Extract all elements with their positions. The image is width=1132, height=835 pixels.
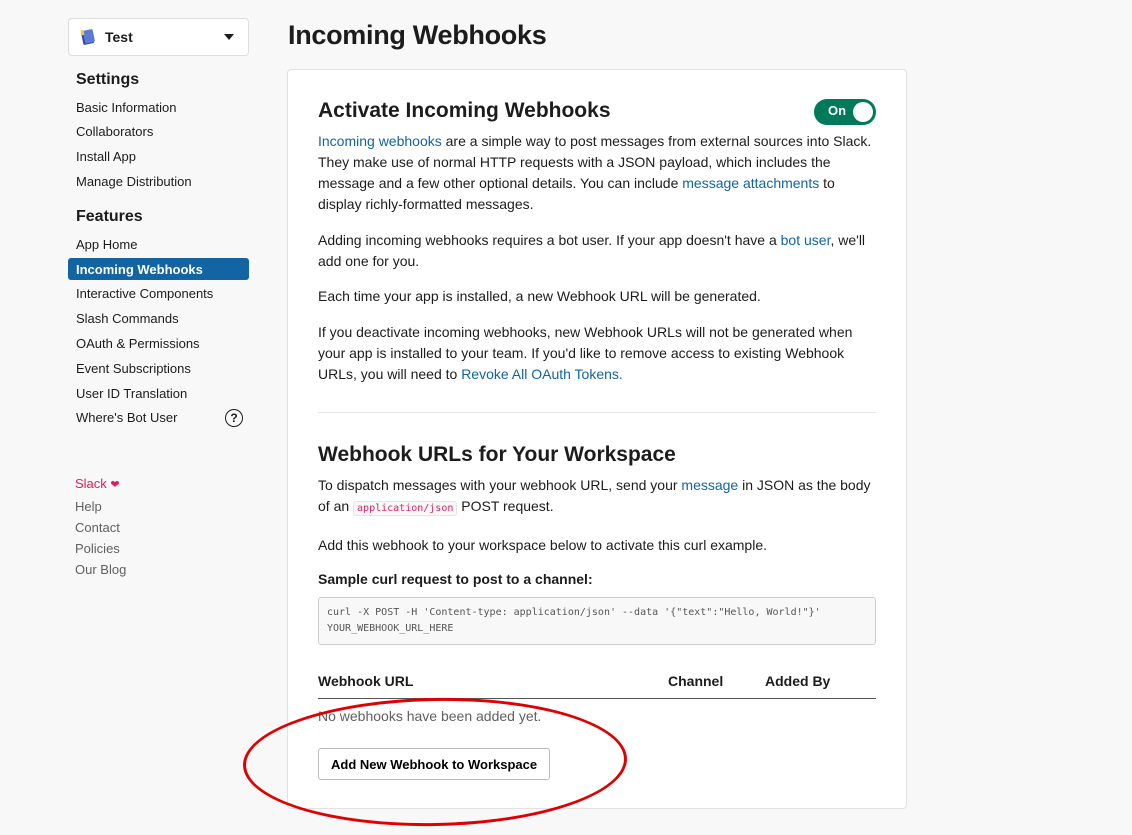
column-added-by: Added By	[765, 673, 831, 689]
webhooks-table-header: Webhook URL Channel Added By	[318, 671, 876, 699]
webhooks-paragraph-1: To dispatch messages with your webhook U…	[318, 475, 876, 519]
activate-toggle[interactable]: On	[814, 99, 876, 125]
application-json-code: application/json	[353, 501, 458, 516]
webhooks-p1-text3: POST request.	[457, 498, 554, 514]
sidebar-item-user-id-translation[interactable]: User ID Translation	[68, 382, 249, 404]
activate-paragraph-1: Incoming webhooks are a simple way to po…	[318, 131, 876, 215]
revoke-tokens-link[interactable]: Revoke All OAuth Tokens.	[461, 366, 623, 382]
app-icon	[80, 29, 95, 45]
sidebar-item-manage-distribution[interactable]: Manage Distribution	[68, 170, 249, 192]
activate-p2-text1: Adding incoming webhooks requires a bot …	[318, 232, 781, 248]
webhooks-card: Activate Incoming Webhooks On Incoming w…	[287, 69, 907, 809]
sidebar-item-event-subscriptions[interactable]: Event Subscriptions	[68, 357, 249, 379]
toggle-knob	[853, 102, 873, 122]
footer-link-contact[interactable]: Contact	[75, 517, 242, 538]
page-title: Incoming Webhooks	[288, 20, 547, 50]
sidebar-item-interactive-components[interactable]: Interactive Components	[68, 283, 249, 305]
footer-link-slack[interactable]: Slack ❤	[75, 473, 242, 496]
section-divider	[318, 412, 876, 413]
heart-icon: ❤	[110, 478, 120, 491]
message-attachments-link[interactable]: message attachments	[682, 175, 819, 191]
features-heading: Features	[76, 208, 143, 226]
settings-heading: Settings	[76, 71, 140, 88]
app-name: Test	[105, 29, 133, 45]
curl-code-block[interactable]: curl -X POST -H 'Content-type: applicati…	[318, 597, 876, 645]
add-new-webhook-button[interactable]: Add New Webhook to Workspace	[318, 748, 551, 780]
sidebar-item-wheres-bot-user[interactable]: Where's Bot User ?	[68, 407, 249, 429]
footer-link-slack-label: Slack	[75, 475, 107, 491]
app-selector[interactable]: Test	[68, 18, 249, 56]
sidebar-item-label: Where's Bot User	[76, 410, 178, 426]
webhooks-paragraph-2: Add this webhook to your workspace below…	[318, 537, 768, 553]
footer-link-our-blog[interactable]: Our Blog	[75, 559, 242, 580]
curl-label: Sample curl request to post to a channel…	[318, 571, 593, 587]
toggle-label: On	[828, 103, 847, 118]
chevron-down-icon	[224, 34, 234, 40]
message-link[interactable]: message	[681, 477, 738, 493]
sidebar-item-app-home[interactable]: App Home	[68, 233, 249, 255]
sidebar-item-oauth-permissions[interactable]: OAuth & Permissions	[68, 333, 249, 355]
bot-user-link[interactable]: bot user	[781, 232, 831, 248]
incoming-webhooks-link[interactable]: Incoming webhooks	[318, 133, 442, 149]
activate-paragraph-4: If you deactivate incoming webhooks, new…	[318, 322, 876, 385]
help-circle-icon[interactable]: ?	[225, 408, 243, 427]
webhooks-p1-text1: To dispatch messages with your webhook U…	[318, 477, 682, 493]
sidebar-item-basic-information[interactable]: Basic Information	[68, 96, 249, 118]
sidebar: Test Settings Basic Information Collabor…	[68, 18, 249, 580]
sidebar-item-install-app[interactable]: Install App	[68, 146, 249, 168]
sidebar-item-collaborators[interactable]: Collaborators	[68, 121, 249, 143]
sidebar-item-incoming-webhooks[interactable]: Incoming Webhooks	[68, 258, 249, 281]
activate-paragraph-3: Each time your app is installed, a new W…	[318, 288, 761, 304]
footer-links: Slack ❤ Help Contact Policies Our Blog	[68, 473, 249, 580]
column-webhook-url: Webhook URL	[318, 673, 414, 689]
empty-webhooks-message: No webhooks have been added yet.	[318, 708, 542, 724]
column-channel: Channel	[668, 673, 724, 689]
footer-link-policies[interactable]: Policies	[75, 538, 242, 559]
activate-paragraph-2: Adding incoming webhooks requires a bot …	[318, 230, 876, 272]
footer-link-help[interactable]: Help	[75, 496, 242, 517]
sidebar-item-slash-commands[interactable]: Slash Commands	[68, 308, 249, 330]
activate-section-title: Activate Incoming Webhooks	[318, 99, 611, 122]
webhook-urls-section-title: Webhook URLs for Your Workspace	[318, 443, 676, 466]
